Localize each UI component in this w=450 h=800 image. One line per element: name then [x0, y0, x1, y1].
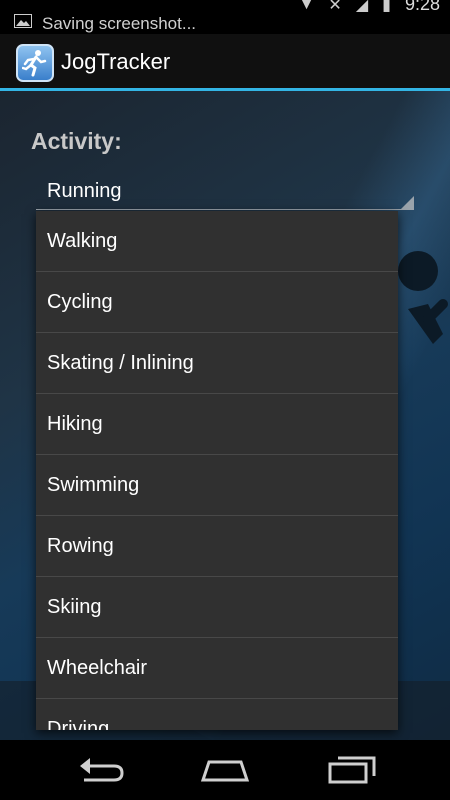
status-bar: Saving screenshot... ▼ ✕ ◢ ▮ 9:28	[0, 0, 450, 34]
navigation-bar	[0, 740, 450, 800]
dropdown-item-walking[interactable]: Walking	[36, 211, 398, 272]
dropdown-item-label: Skiing	[47, 595, 102, 618]
battery-icon: ▮	[382, 0, 391, 14]
system-icons: ▼ ✕ ◢ ▮ 9:28	[299, 0, 440, 15]
dropdown-item-wheelchair[interactable]: Wheelchair	[36, 638, 398, 699]
activity-dropdown: Walking Cycling Skating / Inlining Hikin…	[36, 211, 398, 730]
dropdown-item-rowing[interactable]: Rowing	[36, 516, 398, 577]
action-bar: JogTracker	[0, 34, 450, 90]
dropdown-item-cycling[interactable]: Cycling	[36, 272, 398, 333]
dropdown-item-hiking[interactable]: Hiking	[36, 394, 398, 455]
dropdown-item-label: Skating / Inlining	[47, 351, 194, 374]
dropdown-item-driving[interactable]: Driving	[36, 699, 398, 731]
spinner-selected-value: Running	[47, 180, 122, 202]
dropdown-item-label: Driving	[47, 717, 110, 731]
dropdown-item-skiing[interactable]: Skiing	[36, 577, 398, 638]
spinner-arrow-icon	[400, 196, 414, 210]
image-icon	[14, 14, 32, 28]
runner-figure	[22, 50, 47, 77]
dropdown-item-label: Wheelchair	[47, 656, 148, 679]
app-title: JogTracker	[61, 49, 171, 74]
bluetooth-icon: ✕	[328, 0, 342, 14]
dropdown-item-label: Walking	[47, 229, 118, 252]
dropdown-item-swimming[interactable]: Swimming	[36, 455, 398, 516]
spinner-underline	[36, 209, 414, 210]
wifi-icon: ▼	[298, 0, 315, 13]
back-icon[interactable]	[72, 752, 128, 788]
recents-icon[interactable]	[324, 752, 380, 788]
activity-label: Activity:	[31, 128, 122, 154]
dropdown-item-label: Cycling	[47, 290, 113, 313]
dropdown-item-label: Swimming	[47, 473, 140, 496]
notification-text: Saving screenshot...	[42, 14, 197, 33]
runner-icon[interactable]	[16, 44, 54, 82]
dropdown-item-label: Hiking	[47, 412, 103, 435]
dropdown-item-label: Rowing	[47, 534, 114, 557]
signal-icon: ◢	[355, 0, 369, 14]
activity-spinner[interactable]: Running	[36, 172, 414, 212]
home-icon[interactable]	[197, 752, 253, 788]
dropdown-item-skating[interactable]: Skating / Inlining	[36, 333, 398, 394]
clock: 9:28	[404, 0, 440, 14]
